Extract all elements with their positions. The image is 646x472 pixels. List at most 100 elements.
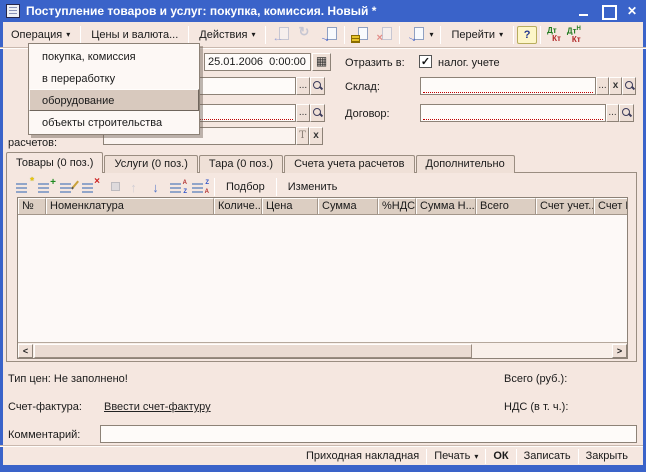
pick-button[interactable]: Подбор [218,181,273,193]
close-button[interactable] [624,4,640,18]
magnifier-icon [621,107,632,118]
copy-document-button[interactable] [317,25,341,45]
actions-button-label: Действия [199,29,247,41]
comment-label: Комментарий: [8,429,80,441]
scroll-right-button[interactable] [612,344,627,358]
sort-az-icon: A [183,180,187,186]
post-document-icon [351,26,369,44]
operation-button[interactable]: Операция [4,25,77,45]
scroll-left-icon [23,346,28,356]
actions-button[interactable]: Действия [192,25,262,45]
save-button[interactable]: Записать [517,450,578,462]
operation-menu-item[interactable]: покупка, комиссия [29,45,199,67]
toolbar-separator [399,26,400,44]
prices-currency-button[interactable]: Цены и валюта... [84,25,185,45]
goto-button[interactable]: Перейти [444,25,510,45]
undo-posting-button[interactable] [372,25,396,45]
tab-additional[interactable]: Дополнительно [416,155,515,173]
list-icon [38,183,49,193]
tab-goods[interactable]: Товары (0 поз.) [6,152,103,173]
window-title: Поступление товаров и услуг: покупка, ко… [26,4,576,18]
ok-button[interactable]: ОК [486,450,515,462]
lookup-1-ellipsis-button[interactable]: ... [296,77,310,95]
maximize-button[interactable] [600,4,616,18]
contract-ellipsis-button[interactable]: ... [606,104,619,122]
price-type-text: Тип цен: Не заполнено! [8,373,128,385]
delete-row-icon: × [94,177,100,187]
calendar-button[interactable] [312,53,331,71]
operation-button-label: Операция [11,29,62,41]
refresh-icon [296,26,314,44]
scrollbar-thumb[interactable] [34,344,472,358]
warehouse-input[interactable] [420,77,596,95]
caret-down-icon [474,452,478,461]
toolbar-separator [344,26,345,44]
delete-row-button[interactable]: × [79,178,100,197]
contract-search-button[interactable] [619,104,634,122]
items-table-toolbar: * + × AZ ZA Подбор Изменить [13,177,345,197]
edit-row-button[interactable] [57,178,78,197]
end-edit-button[interactable] [101,178,122,197]
scroll-right-icon [617,346,622,356]
create-on-basis-icon [407,26,425,44]
window-controls [576,4,640,18]
items-table-header: № Номенклатура Количе... Цена Сумма %НДС… [18,198,627,215]
undo-posting-icon [375,26,393,44]
move-up-button[interactable] [123,178,144,197]
dtkt-postings-button[interactable]: Дт Кт [544,27,564,43]
tab-services[interactable]: Услуги (0 поз.) [104,155,197,173]
sort-descending-button[interactable]: ZA [189,178,210,197]
warehouse-label: Склад: [345,81,380,93]
kt-label: Кт [572,36,581,44]
items-table-body[interactable] [18,215,627,327]
warehouse-ellipsis-button[interactable]: ... [596,77,609,95]
date-input[interactable]: 25.01.2006 0:00:00 [204,53,311,71]
list-icon [16,183,27,193]
titlebar: Поступление товаров и услуг: покупка, ко… [0,0,646,22]
refresh-button[interactable] [293,25,317,45]
operation-menu-item[interactable]: объекты строительства [29,111,199,133]
caret-down-icon [429,30,433,39]
add-row-button[interactable]: * [13,178,34,197]
create-on-basis-button[interactable] [403,25,437,45]
enter-invoice-link[interactable]: Ввести счет-фактуру [104,401,211,413]
prices-currency-label: Цены и валюта... [91,29,178,41]
operation-menu-item[interactable]: в переработку [29,67,199,89]
column-header: Сумма Н... [416,198,476,214]
sort-ascending-button[interactable]: AZ [167,178,188,197]
print-button[interactable]: Печать [427,450,485,462]
lookup-2-search-button[interactable] [310,104,325,122]
arrow-down-icon [152,180,159,195]
tax-accounting-checkbox[interactable] [419,55,432,68]
vat-label: НДС (в т. ч.): [504,401,568,413]
contract-input[interactable] [420,104,606,122]
settlements-clear-button[interactable]: x [309,127,323,145]
dtkt-tax-postings-button[interactable]: ДтН Кт [564,25,584,44]
minimize-button[interactable] [576,4,592,18]
toolbar-separator [440,26,441,44]
magnifier-icon [312,80,323,91]
text-edit-button[interactable]: T [296,127,309,145]
tab-settlement-accounts[interactable]: Счета учета расчетов [284,155,414,173]
post-document-button[interactable] [348,25,372,45]
lookup-1-search-button[interactable] [310,77,325,95]
warehouse-search-button[interactable] [622,77,636,95]
settlements-label-fragment: расчетов: [8,137,57,149]
warehouse-clear-button[interactable]: x [609,77,622,95]
scroll-left-button[interactable] [18,344,33,358]
operation-menu-item[interactable]: оборудование [29,89,199,111]
copy-row-button[interactable]: + [35,178,56,197]
toolbar-separator [513,26,514,44]
receipt-note-button[interactable]: Приходная накладная [299,450,426,462]
close-window-button[interactable]: Закрыть [579,450,635,462]
edit-row-icon [71,180,79,189]
move-down-button[interactable] [145,178,166,197]
tax-accounting-label[interactable]: налог. учете [438,57,500,69]
tab-containers[interactable]: Тара (0 поз.) [199,155,283,173]
comment-input[interactable] [100,425,637,443]
lookup-2-ellipsis-button[interactable]: ... [296,104,310,122]
checkbox-check-icon [421,56,430,68]
reread-button[interactable] [269,25,293,45]
help-button[interactable]: ? [517,26,537,44]
change-button[interactable]: Изменить [280,181,346,193]
